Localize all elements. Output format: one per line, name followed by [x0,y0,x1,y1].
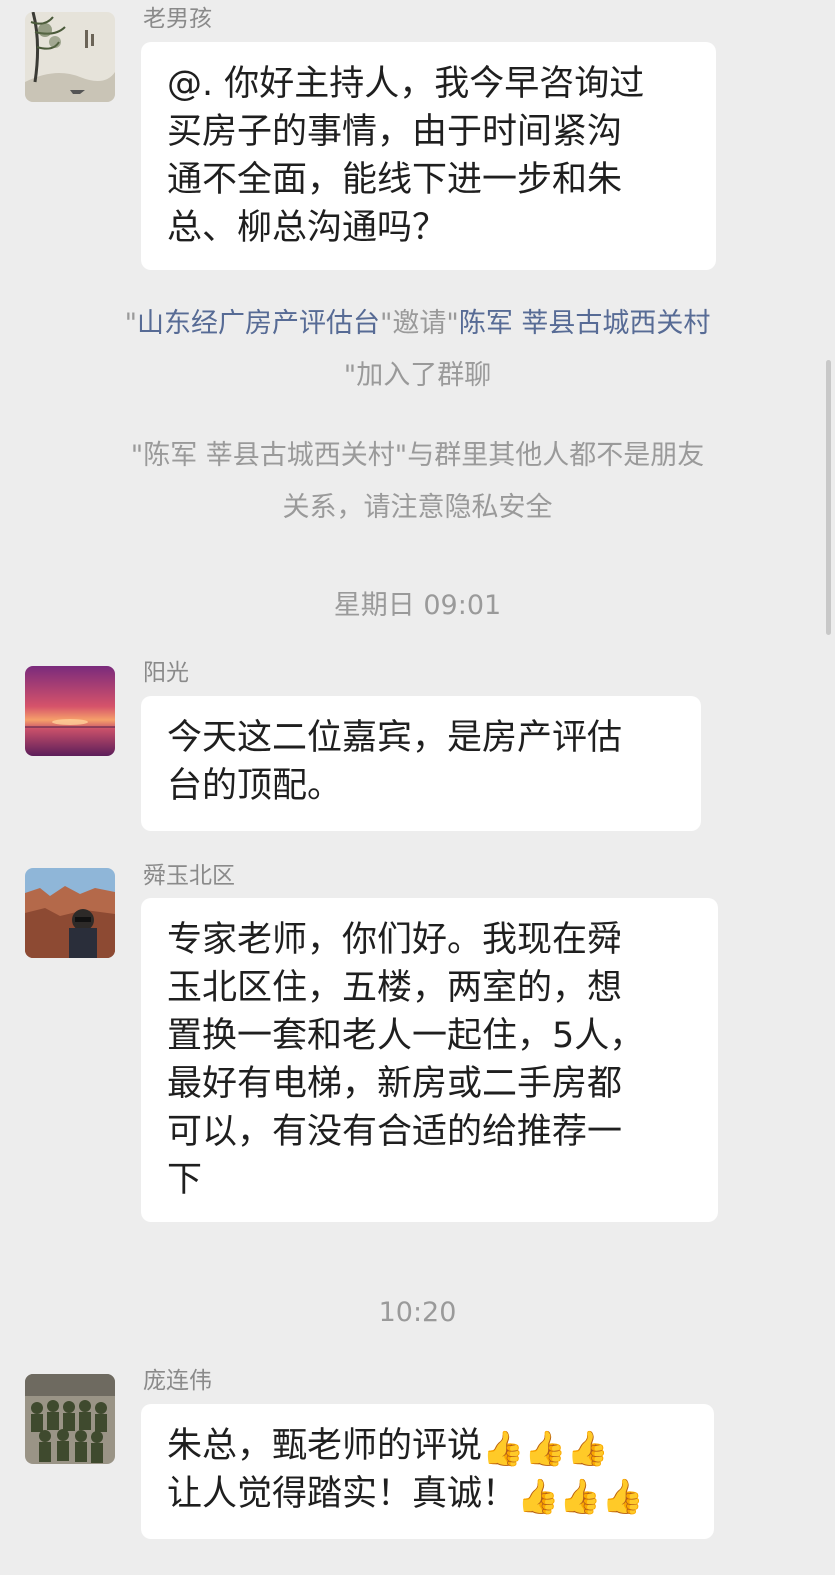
message-line: 置换一套和老人一起住，5人， [167,1016,645,1056]
inviter-link[interactable]: 山东经广房产评估台 [137,308,380,339]
message-line: 最好有电梯，新房或二手房都 [167,1064,623,1104]
sunset-avatar-icon [25,666,115,756]
group-photo-avatar-icon [25,1374,115,1464]
thumbs-up-icon: 👍 [559,1477,602,1517]
sender-avatar[interactable] [25,1374,115,1464]
thumbs-up-icon: 👍 [524,1429,567,1469]
canyon-photo-avatar-icon [25,868,115,958]
invitee-link[interactable]: 陈军 莘县古城西关村 [459,308,711,339]
message-text: 朱总，甄老师的评说 [167,1426,483,1466]
message-line: 下 [167,1160,203,1200]
message-line: 通不全面，能线下进一步和朱 [167,160,623,200]
system-notice-invite: "山东经广房产评估台"邀请"陈军 莘县古城西关村 "加入了群聊 [0,298,835,402]
sender-name: 阳光 [143,660,189,686]
message-text: 让人觉得踏实！真诚！ [167,1474,518,1514]
ink-painting-avatar-icon [25,12,115,102]
message-line: 台的顶配。 [167,766,343,806]
message-line: 专家老师，你们好。我现在舜 [167,920,623,960]
thumbs-up-icon: 👍 [601,1477,645,1517]
sender-avatar[interactable] [25,868,115,958]
message-line: 朱总，甄老师的评说👍👍👍 [167,1422,688,1470]
message-bubble[interactable]: 朱总，甄老师的评说👍👍👍 让人觉得踏实！真诚！👍👍👍 [141,1404,714,1539]
system-notice-privacy: "陈军 莘县古城西关村"与群里其他人都不是朋友 关系，请注意隐私安全 [0,430,835,534]
message-line: 总、柳总沟通吗？ [167,208,448,248]
message-line: 买房子的事情，由于时间紧沟 [167,112,623,152]
quote-mark: " [124,308,137,339]
sender-name: 庞连伟 [143,1368,212,1394]
message-line: 今天这二位嘉宾，是房产评估 [167,718,623,758]
sender-avatar[interactable] [25,12,115,102]
sender-avatar[interactable] [25,666,115,756]
thumbs-up-icon: 👍 [517,1477,560,1517]
message-bubble[interactable]: @. 你好主持人，我今早咨询过 买房子的事情，由于时间紧沟 通不全面，能线下进一… [141,42,716,270]
message-bubble[interactable]: 今天这二位嘉宾，是房产评估 台的顶配。 [141,696,701,831]
thumbs-up-icon: 👍 [566,1429,610,1469]
timestamp: 10:20 [378,1297,457,1328]
message-bubble[interactable]: 专家老师，你们好。我现在舜 玉北区住，五楼，两室的，想 置换一套和老人一起住，5… [141,898,718,1222]
notice-line: "加入了群聊 [343,360,492,391]
notice-line: "陈军 莘县古城西关村"与群里其他人都不是朋友 [130,440,705,471]
message-line: 让人觉得踏实！真诚！👍👍👍 [167,1470,688,1518]
sender-name: 老男孩 [143,6,212,32]
notice-line: 关系，请注意隐私安全 [282,492,553,523]
message-line: @. 你好主持人，我今早咨询过 [167,64,645,104]
notice-line: "山东经广房产评估台"邀请"陈军 莘县古城西关村 [0,298,835,350]
message-line: 可以，有没有合适的给推荐一 [167,1112,623,1152]
sender-name: 舜玉北区 [143,863,235,889]
timestamp: 星期日 09:01 [333,590,502,621]
invite-text: "邀请" [379,308,459,339]
message-line: 玉北区住，五楼，两室的，想 [167,968,623,1008]
thumbs-up-icon: 👍 [482,1429,525,1469]
